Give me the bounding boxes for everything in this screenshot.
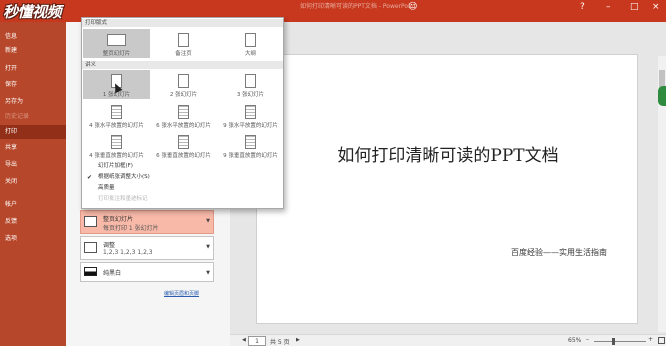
tile-label: 4 张水平放置的幻灯片 [89,123,144,129]
sidebar-item-print[interactable]: 打印 [0,125,66,139]
print-comments-option: 打印批注和墨迹标记 [82,194,283,205]
sidebar-item-options[interactable]: 选项 [0,232,66,246]
handout-6-horizontal[interactable]: 6 张水平放置的幻灯片 [150,101,217,130]
layout-full-page-slides[interactable]: 整页幻灯片 [83,29,150,58]
fit-to-window-icon[interactable] [658,337,665,344]
page-number-input[interactable]: 1 [248,336,266,346]
page-total: 共 5 页 [270,339,290,346]
sidebar-item-save-as[interactable]: 另存为 [0,95,66,109]
scale-to-fit-option[interactable]: ✔ 根据纸张调整大小(S) [82,172,283,183]
sidebar-item-account[interactable]: 帐户 [0,198,66,212]
chevron-down-icon: ▼ [206,218,210,224]
tile-label: 整页幻灯片 [102,51,131,57]
handouts-header: 讲义 [82,61,283,69]
slide-subtitle: 百度经验——实用生活指南 [511,248,607,257]
zoom-slider-thumb[interactable] [612,338,615,345]
layout-outline[interactable]: 大纲 [217,29,284,58]
collate-description: 1,2,3 1,2,3 1,2,3 [103,249,153,256]
sidebar-item-save[interactable]: 保存 [0,78,66,92]
collate-dropdown[interactable]: 调整 1,2,3 1,2,3 1,2,3 ▼ [80,236,214,260]
status-bar: ◀ 1 共 5 页 ▶ 65% – + [230,334,666,346]
outline-icon [245,33,256,47]
watermark-logo-text: 秒懂视频 [3,2,62,21]
color-mode-dropdown[interactable]: 纯黑白 ▼ [80,262,214,282]
option-label: 幻灯片加框(F) [98,163,133,169]
close-icon[interactable]: × [652,2,660,12]
handout-2-icon [178,74,189,88]
print-layout-header: 打印版式 [82,19,283,27]
handout-4-horizontal[interactable]: 4 张水平放置的幻灯片 [83,101,150,130]
print-layout-value: 整页幻灯片 [103,216,134,223]
chevron-down-icon: ▼ [206,244,210,250]
sidebar-item-share[interactable]: 共享 [0,141,66,155]
checkmark-icon: ✔ [87,174,93,181]
collate-value: 调整 [103,242,116,249]
grid-icon [246,136,255,148]
option-label: 打印批注和墨迹标记 [98,196,148,202]
zoom-out-icon[interactable]: – [586,336,589,343]
zoom-in-icon[interactable]: + [648,336,653,343]
tile-label: 6 张垂直放置的幻灯片 [156,153,211,159]
layout-notes-pages[interactable]: 备注页 [150,29,217,58]
handout-9-vertical[interactable]: 9 张垂直放置的幻灯片 [217,131,284,160]
handout-2-slides[interactable]: 2 张幻灯片 [150,70,217,99]
grid-icon [179,136,188,148]
sidebar-item-close[interactable]: 关闭 [0,175,66,189]
zoom-level[interactable]: 65% [568,337,581,344]
color-mode-value: 纯黑白 [103,270,122,277]
handout-4-vertical[interactable]: 4 张垂直放置的幻灯片 [83,131,150,160]
print-layout-description: 每页打印 1 张幻灯片 [103,225,159,232]
edit-header-footer-link[interactable]: 编辑页眉和页脚 [164,290,199,297]
sidebar-item-new[interactable]: 新建 [0,44,66,58]
help-icon[interactable]: ? [580,2,585,12]
chevron-down-icon: ▼ [206,270,210,276]
full-page-slide-icon [107,34,126,46]
sidebar-item-feedback[interactable]: 反馈 [0,215,66,229]
grid-icon [112,106,121,118]
backstage-sidebar: 信息 新建 打开 保存 另存为 历史记录 打印 共享 导出 关闭 帐户 反馈 选… [0,22,66,346]
grid-icon [179,106,188,118]
option-label: 高质量 [98,185,115,191]
notes-page-icon [178,33,189,47]
handout-3-icon [245,74,256,88]
slide-preview: 如何打印清晰可读的PPT文档 百度经验——实用生活指南 [256,54,638,324]
maximize-icon[interactable]: □ [630,2,639,12]
full-page-slide-icon [84,216,97,227]
back-arrow-icon[interactable]: ☺ [408,2,417,12]
tile-label: 6 张水平放置的幻灯片 [156,123,211,129]
sidebar-item-history[interactable]: 历史记录 [0,110,66,124]
sidebar-item-export[interactable]: 导出 [0,158,66,172]
print-layout-menu: 打印版式 整页幻灯片 备注页 大纲 讲义 1 张幻灯片 2 张幻灯片 3 张幻灯… [81,17,284,209]
minimize-icon[interactable]: – [606,2,611,12]
collate-icon [84,242,97,253]
tile-label: 9 张垂直放置的幻灯片 [223,153,278,159]
previous-page-icon[interactable]: ◀ [242,337,246,343]
sidebar-item-info[interactable]: 信息 [0,30,66,44]
grid-icon [246,106,255,118]
high-quality-option[interactable]: 高质量 [82,183,283,194]
frame-slides-option[interactable]: 幻灯片加框(F) [82,161,283,172]
next-page-icon[interactable]: ▶ [296,337,300,343]
tile-label: 3 张幻灯片 [236,92,265,98]
black-white-icon [84,267,97,276]
handout-9-horizontal[interactable]: 9 张水平放置的幻灯片 [217,101,284,130]
print-layout-dropdown[interactable]: 整页幻灯片 每页打印 1 张幻灯片 ▼ [80,210,214,234]
handout-6-vertical[interactable]: 6 张垂直放置的幻灯片 [150,131,217,160]
tile-label: 2 张幻灯片 [169,92,198,98]
slide-title: 如何打印清晰可读的PPT文档 [337,146,559,166]
sidebar-item-open[interactable]: 打开 [0,62,66,76]
window-title: 如何打印清晰可读的PPT文档 - PowerPoint [300,3,416,10]
tile-label: 4 张垂直放置的幻灯片 [89,153,144,159]
option-label: 根据纸张调整大小(S) [98,174,150,180]
handout-3-slides[interactable]: 3 张幻灯片 [217,70,284,99]
side-tab-handle[interactable] [658,86,666,106]
print-preview-area: 如何打印清晰可读的PPT文档 百度经验——实用生活指南 [230,22,666,334]
tile-label: 大纲 [244,51,256,57]
zoom-slider[interactable] [594,341,646,342]
grid-icon [112,136,121,148]
tile-label: 备注页 [175,51,192,57]
tile-label: 9 张水平放置的幻灯片 [223,123,278,129]
